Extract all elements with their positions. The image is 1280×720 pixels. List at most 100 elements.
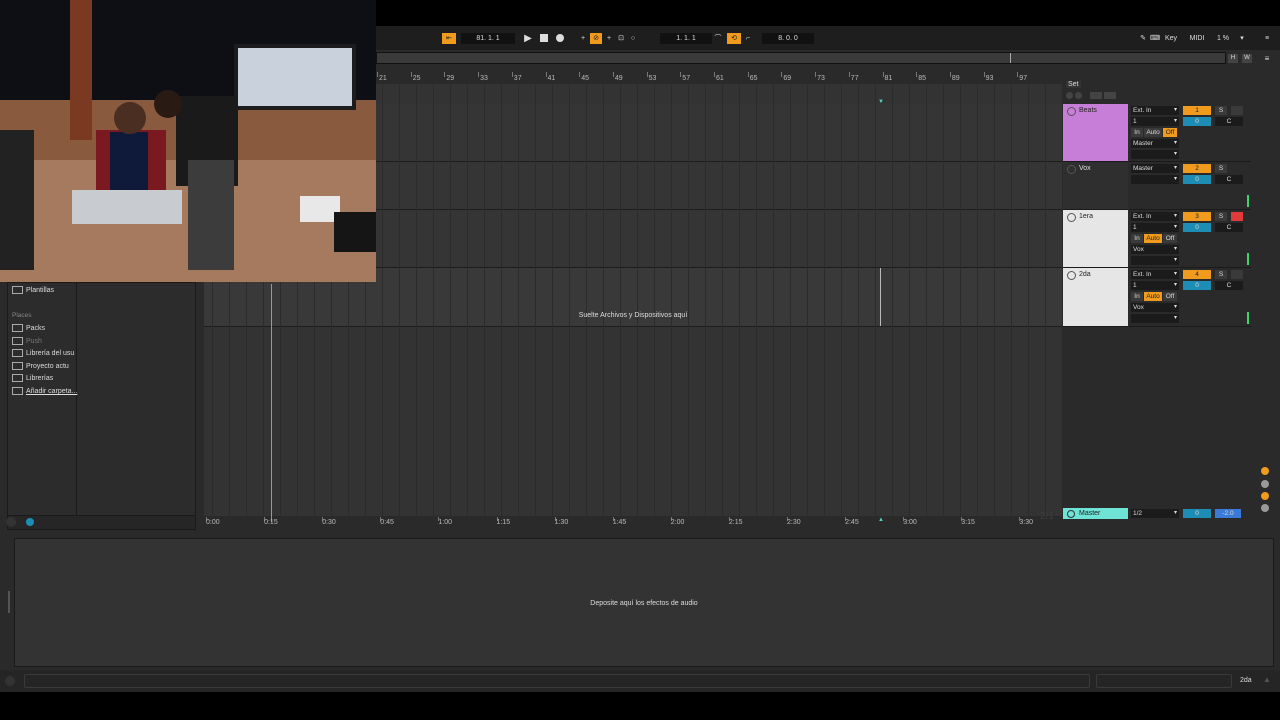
device-view[interactable]: Deposite aquí los efectos de audio [14, 538, 1274, 667]
midi-map-button[interactable]: MIDI [1187, 33, 1207, 44]
monitor-in-button[interactable]: In [1131, 292, 1143, 301]
output-select[interactable]: Master [1131, 139, 1179, 148]
pan-field[interactable]: C [1215, 223, 1243, 232]
loop-length-field[interactable]: 8. 0. 0 [762, 33, 814, 44]
arrangement-drop-zone[interactable]: Suelte Archivos y Dispositivos aquí [204, 312, 1062, 319]
track-activator-button[interactable]: 2 [1183, 164, 1211, 173]
master-output-select[interactable]: 1/2 [1131, 509, 1179, 518]
pan-field[interactable]: C [1215, 117, 1243, 126]
device-drop-zone[interactable]: Deposite aquí los efectos de audio [15, 600, 1273, 607]
overview-height-button[interactable]: H [1228, 54, 1238, 63]
arm-record-icon[interactable] [1231, 106, 1243, 115]
place-item[interactable]: Librerías [12, 374, 53, 383]
track-name[interactable]: Vox [1079, 165, 1091, 172]
follow-icon[interactable]: ⌒ [713, 33, 723, 44]
track-header-1era[interactable]: 1era [1063, 210, 1128, 268]
arrangement-position-field[interactable]: 1. 1. 1 [660, 33, 712, 44]
place-item[interactable]: Librería del usu [12, 349, 74, 358]
volume-field[interactable]: 0 [1183, 175, 1211, 184]
expand-icon[interactable] [1089, 92, 1102, 99]
clip-launch-icon[interactable] [1066, 92, 1073, 99]
stop-icon[interactable] [538, 33, 550, 44]
master-volume[interactable]: 0 [1183, 509, 1211, 518]
arm-record-icon[interactable] [1231, 212, 1243, 221]
output-select[interactable]: Vox [1131, 303, 1179, 312]
browser-toggle-icon[interactable] [6, 517, 16, 527]
input-channel-select[interactable]: 1 [1131, 223, 1179, 232]
detail-toggle-icon[interactable]: ▲ [1262, 675, 1272, 685]
automation-arm-icon[interactable]: ⊘ [590, 33, 602, 44]
input-channel-select[interactable]: 1 [1131, 281, 1179, 290]
volume-field[interactable]: 0 [1183, 117, 1211, 126]
input-type-select[interactable]: Ext. In [1131, 270, 1179, 279]
returns-toggle-icon[interactable] [1261, 492, 1269, 500]
track-fold-icon[interactable] [1067, 213, 1076, 222]
place-item[interactable]: Proyecto actu [12, 361, 69, 370]
track-name[interactable]: 1era [1079, 213, 1093, 220]
solo-button[interactable]: S [1215, 164, 1227, 173]
scene-icon[interactable] [1074, 92, 1082, 99]
bar-ruler[interactable]: 21 25 29 33 37 41 45 49 53 57 61 65 69 73 77 81 85 89 93 97 [376, 72, 1062, 84]
arrangement-overview[interactable] [376, 52, 1226, 64]
output-channel-select[interactable] [1131, 314, 1179, 323]
reenable-automation-icon[interactable]: + [604, 33, 614, 44]
browser-templates[interactable]: Plantillas [12, 286, 54, 294]
tempo-field[interactable]: 81. 1. 1 [461, 33, 515, 44]
solo-button[interactable]: S [1215, 106, 1227, 115]
track-activator-button[interactable]: 3 [1183, 212, 1211, 221]
solo-button[interactable]: S [1215, 270, 1227, 279]
monitor-auto-button[interactable]: Auto [1144, 292, 1162, 301]
output-select[interactable]: Master [1131, 164, 1179, 173]
overdub-icon[interactable]: + [578, 33, 588, 44]
window-menu-icon[interactable]: ≡ [1262, 33, 1272, 44]
track-fold-icon[interactable] [1067, 165, 1076, 174]
track-header-2da[interactable]: 2da [1063, 268, 1128, 327]
solo-button[interactable]: S [1215, 212, 1227, 221]
time-ruler[interactable]: 0:00 0:15 0:30 0:45 1:00 1:15 1:30 1:45 2:00 2:15… [204, 517, 1062, 527]
track-header-beats[interactable]: Beats [1063, 104, 1128, 162]
place-item[interactable]: Packs [12, 324, 45, 332]
master-pan[interactable]: -2.0 [1215, 509, 1241, 518]
track-activator-button[interactable]: 4 [1183, 270, 1211, 279]
pan-field[interactable]: C [1215, 281, 1243, 290]
place-item[interactable]: Añadir carpeta... [12, 387, 77, 395]
draw-mode-icon[interactable]: ✎ [1138, 33, 1148, 44]
monitor-auto-button[interactable]: Auto [1144, 128, 1162, 137]
monitor-auto-button[interactable]: Auto [1144, 234, 1162, 243]
master-track-header[interactable]: Master [1063, 508, 1128, 519]
computer-keyboard-icon[interactable]: ⌨ [1150, 33, 1160, 44]
monitor-in-button[interactable]: In [1131, 234, 1143, 243]
output-channel-select[interactable] [1131, 150, 1179, 159]
input-type-select[interactable]: Ext. In [1131, 106, 1179, 115]
io-toggle-icon[interactable] [1261, 480, 1269, 488]
cpu-dropdown-icon[interactable]: ▾ [1238, 33, 1246, 44]
track-name[interactable]: Beats [1079, 107, 1097, 114]
pan-field[interactable]: C [1215, 175, 1243, 184]
tap-tempo-button[interactable]: ⇤ [442, 33, 456, 44]
loop-switch-icon[interactable]: ⟲ [727, 33, 741, 44]
track-header-vox[interactable]: Vox [1063, 162, 1128, 210]
place-item[interactable]: Push [12, 336, 42, 345]
monitor-off-button[interactable]: Off [1163, 234, 1177, 243]
browser-info-icon[interactable] [26, 518, 34, 526]
input-channel-select[interactable]: 1 [1131, 117, 1179, 126]
device-panel-handle[interactable] [8, 591, 10, 613]
key-map-button[interactable]: Key [1163, 33, 1179, 44]
input-type-select[interactable]: Ext. In [1131, 212, 1179, 221]
metronome-icon[interactable]: ○ [628, 33, 638, 44]
capture-icon[interactable]: ⊡ [616, 33, 626, 44]
track-activator-button[interactable]: 1 [1183, 106, 1211, 115]
track-fold-icon[interactable] [1067, 107, 1076, 116]
side-menu-icon[interactable]: ≡ [1262, 54, 1272, 63]
monitor-in-button[interactable]: In [1131, 128, 1143, 137]
overview-width-button[interactable]: W [1242, 54, 1252, 63]
lock-icon[interactable] [1103, 92, 1116, 99]
record-icon[interactable] [554, 33, 566, 44]
punch-icon[interactable]: ⌐ [743, 33, 753, 44]
play-icon[interactable]: ▶ [522, 33, 534, 44]
session-view-icon[interactable] [1261, 467, 1269, 475]
arm-record-icon[interactable] [1231, 270, 1243, 279]
monitor-off-button[interactable]: Off [1163, 128, 1177, 137]
monitor-off-button[interactable]: Off [1163, 292, 1177, 301]
status-toggle-icon[interactable] [5, 676, 15, 686]
